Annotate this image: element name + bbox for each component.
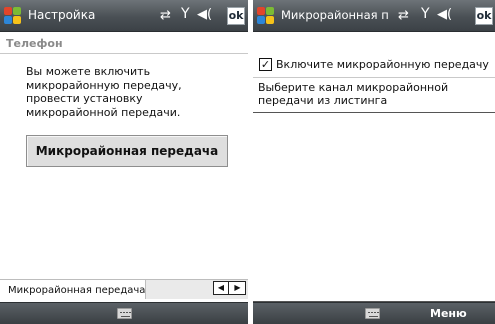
channel-instruction: Выберите канал микрорайонной передачи из…: [258, 81, 449, 107]
cell-broadcast-screen: Микрорайонная пер ⇄ Y ◀( ok ✓ Включите м…: [253, 0, 495, 324]
sync-icon[interactable]: ⇄: [398, 8, 409, 23]
ok-button[interactable]: ok: [227, 7, 245, 25]
tab-scroll-left-button[interactable]: ◀: [214, 282, 229, 294]
tab-bar: Микрорайонная передача: [0, 279, 248, 299]
keyboard-icon[interactable]: [117, 308, 132, 319]
settings-screen: Настройка ⇄ Y ◀( ok Телефон Вы можете вк…: [0, 0, 248, 324]
window-title: Микрорайонная пер: [281, 8, 389, 22]
title-bar: Настройка ⇄ Y ◀( ok: [0, 0, 248, 32]
ok-button[interactable]: ok: [475, 7, 493, 25]
signal-icon[interactable]: Y: [421, 6, 430, 22]
channel-list[interactable]: [253, 112, 495, 302]
start-menu-icon[interactable]: [4, 7, 23, 26]
title-bar: Микрорайонная пер ⇄ Y ◀( ok: [253, 0, 495, 32]
tab-scroll-arrows: ◀ ▶: [213, 281, 246, 295]
softkey-bar: Меню: [253, 302, 495, 324]
tab-cell-broadcast[interactable]: Микрорайонная передача: [0, 279, 146, 299]
softkey-bar: [0, 302, 248, 324]
enable-broadcast-label[interactable]: Включите микрорайонную передачу: [276, 58, 489, 71]
volume-icon[interactable]: ◀(: [197, 7, 212, 22]
enable-broadcast-row[interactable]: ✓ Включите микрорайонную передачу: [253, 55, 495, 77]
description-text: Вы можете включить микрорайонную передач…: [26, 65, 182, 119]
enable-broadcast-checkbox[interactable]: ✓: [259, 58, 272, 71]
signal-icon[interactable]: Y: [181, 6, 190, 22]
volume-icon[interactable]: ◀(: [437, 7, 452, 22]
start-menu-icon[interactable]: [257, 7, 276, 26]
cell-broadcast-button[interactable]: Микрорайонная передача: [26, 135, 228, 167]
section-header: Телефон: [6, 37, 63, 50]
sync-icon[interactable]: ⇄: [160, 8, 171, 23]
tab-scroll-right-button[interactable]: ▶: [230, 282, 245, 294]
window-title: Настройка: [28, 8, 96, 22]
checkbox-divider: [253, 77, 495, 78]
header-divider: [0, 53, 248, 54]
keyboard-icon[interactable]: [365, 308, 380, 319]
menu-softkey[interactable]: Меню: [430, 307, 467, 320]
